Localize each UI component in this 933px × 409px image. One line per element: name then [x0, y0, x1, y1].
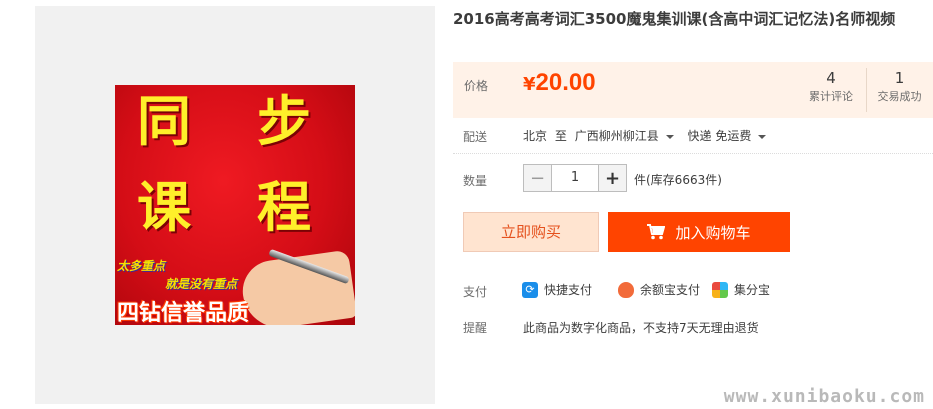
shipping-method-text: 快递 免运费: [687, 129, 752, 143]
ship-from: 北京: [523, 129, 548, 143]
product-gallery: 同 步 课 程 太多重点 就是没有重点 四钻信誉品质: [35, 6, 435, 404]
watermark: www.xunibaoku.com: [723, 386, 925, 407]
money-bag-icon: [618, 281, 634, 298]
increase-button[interactable]: +: [599, 165, 626, 191]
payment-option-yuebao[interactable]: 余额宝支付: [618, 281, 700, 298]
price-value: ¥20.00: [523, 69, 596, 97]
payment-label: 支付: [463, 285, 488, 299]
buy-now-button[interactable]: 立即购买: [463, 212, 599, 252]
cart-icon: [647, 224, 666, 240]
payment-option-jifenbao[interactable]: 集分宝: [712, 281, 770, 298]
quantity-label: 数量: [463, 174, 488, 188]
payment-option-label: 快捷支付: [544, 283, 593, 297]
reminder-text: 此商品为数字化商品，不支持7天无理由退货: [523, 321, 759, 335]
image-char: 步: [257, 89, 311, 153]
destination-select[interactable]: 广西柳州柳江县: [575, 129, 680, 143]
product-title: 2016高考高考词汇3500魔鬼集训课(含高中词汇记忆法)名师视频: [453, 10, 896, 28]
deals-label: 交易成功: [877, 90, 922, 103]
divider: [453, 153, 933, 154]
payment-option-label: 余额宝支付: [640, 283, 701, 297]
shipping-label: 配送: [463, 130, 488, 144]
add-to-cart-button[interactable]: 加入购物车: [608, 212, 790, 252]
quantity-stepper: − 1 +: [523, 164, 627, 192]
quantity-input[interactable]: 1: [551, 165, 599, 191]
add-to-cart-label: 加入购物车: [675, 223, 751, 242]
destination-text: 广西柳州柳江县: [574, 129, 659, 143]
reviews-stat[interactable]: 4 累计评论: [798, 68, 864, 106]
image-slogan: 就是没有重点: [165, 277, 238, 291]
chevron-down-icon: [758, 134, 767, 139]
payment-option-quick[interactable]: ⟳ 快捷支付: [522, 281, 592, 298]
deals-count: 1: [894, 69, 905, 87]
price-panel: 价格 ¥20.00 4 累计评论 1 交易成功: [453, 62, 933, 118]
quick-pay-icon: ⟳: [522, 281, 538, 298]
stock-text: 件(库存6663件): [634, 173, 722, 187]
product-main-image[interactable]: 同 步 课 程 太多重点 就是没有重点 四钻信誉品质: [115, 85, 355, 325]
currency-symbol: ¥: [523, 74, 536, 95]
image-slogan: 太多重点: [117, 259, 166, 273]
shipping-method-select[interactable]: 快递 免运费: [688, 129, 773, 143]
image-char: 程: [257, 175, 311, 239]
points-icon: [712, 281, 728, 298]
price-label: 价格: [464, 79, 489, 93]
ship-to-word: 至: [554, 129, 567, 143]
payment-option-label: 集分宝: [734, 283, 771, 297]
decrease-button[interactable]: −: [524, 165, 551, 191]
image-char: 课: [137, 175, 191, 239]
image-char: 同: [137, 89, 191, 153]
price-amount: 20.00: [535, 69, 596, 96]
shipping-info: 北京 至 广西柳州柳江县 快递 免运费: [523, 127, 776, 144]
deals-stat[interactable]: 1 交易成功: [866, 68, 932, 112]
reviews-count: 4: [826, 69, 836, 87]
reviews-label: 累计评论: [809, 90, 853, 103]
reminder-label: 提醒: [463, 321, 488, 335]
chevron-down-icon: [665, 134, 674, 139]
image-motto: 四钻信誉品质: [117, 300, 250, 325]
